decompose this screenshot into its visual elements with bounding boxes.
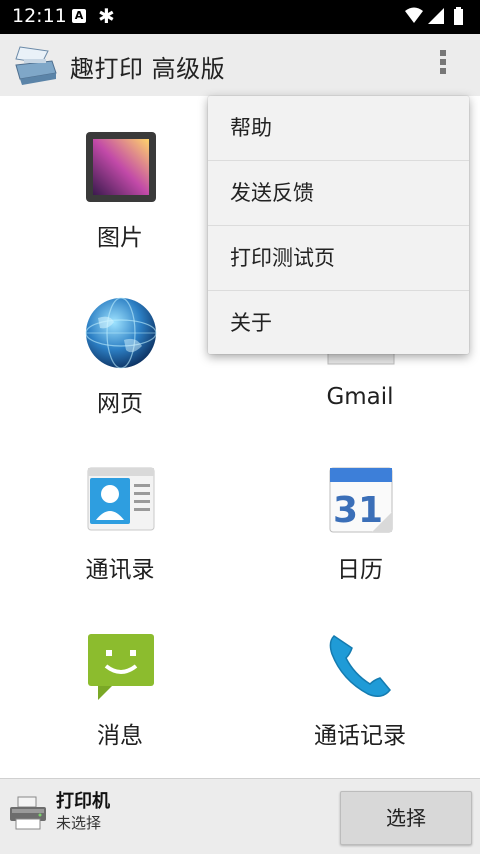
printer-icon — [10, 796, 46, 830]
calendar-icon: 31 — [329, 467, 393, 533]
tile-label: Gmail — [326, 384, 394, 410]
app-title: 趣打印 高级版 — [70, 55, 226, 83]
pictures-icon — [86, 132, 156, 202]
action-bar: 趣打印 高级版 — [0, 34, 480, 97]
tile-pictures[interactable]: 图片 — [0, 96, 240, 262]
call-log-icon — [329, 635, 391, 697]
tile-messages[interactable]: 消息 — [0, 594, 240, 760]
status-time: 12:11 — [12, 5, 67, 27]
tile-contacts[interactable]: 通讯录 — [0, 428, 240, 594]
battery-icon — [454, 9, 463, 25]
bug-icon: ✱ — [98, 4, 115, 28]
tile-label: 通话记录 — [314, 723, 406, 749]
tile-label: 网页 — [97, 391, 143, 417]
tile-label: 日历 — [337, 557, 383, 583]
menu-item-print-test-page[interactable]: 打印测试页 — [208, 226, 469, 291]
status-bar: 12:11 A ✱ — [0, 0, 480, 34]
tile-calendar[interactable]: 31 日历 — [240, 428, 480, 594]
menu-item-about[interactable]: 关于 — [208, 291, 469, 355]
printer-bar: 打印机 未选择 选择 — [0, 778, 480, 854]
tile-call-log[interactable]: 通话记录 — [240, 594, 480, 760]
system-status-icons — [405, 7, 463, 25]
wifi-icon — [405, 7, 423, 23]
app-printer-logo-icon — [15, 46, 57, 85]
web-globe-icon — [85, 297, 157, 369]
tile-label: 消息 — [97, 723, 143, 749]
select-printer-button[interactable]: 选择 — [340, 791, 472, 845]
overflow-menu: 帮助 发送反馈 打印测试页 关于 — [208, 96, 469, 354]
a-notification-icon: A — [72, 9, 86, 23]
printer-status: 未选择 — [56, 814, 102, 832]
menu-item-help[interactable]: 帮助 — [208, 96, 469, 161]
app-screen: 12:11 A ✱ 趣打印 高级版 图片 Gmail 网页 通讯录 31 日历 … — [0, 0, 480, 854]
printer-title: 打印机 — [56, 791, 110, 812]
tile-web[interactable]: 网页 — [0, 262, 240, 428]
menu-item-send-feedback[interactable]: 发送反馈 — [208, 161, 469, 226]
calendar-day-number: 31 — [333, 490, 383, 531]
messages-icon — [88, 634, 154, 700]
overflow-menu-icon[interactable] — [432, 50, 454, 80]
contacts-icon — [87, 467, 155, 531]
tile-label: 图片 — [97, 225, 143, 251]
signal-icon — [428, 8, 444, 24]
tile-label: 通讯录 — [85, 557, 155, 583]
